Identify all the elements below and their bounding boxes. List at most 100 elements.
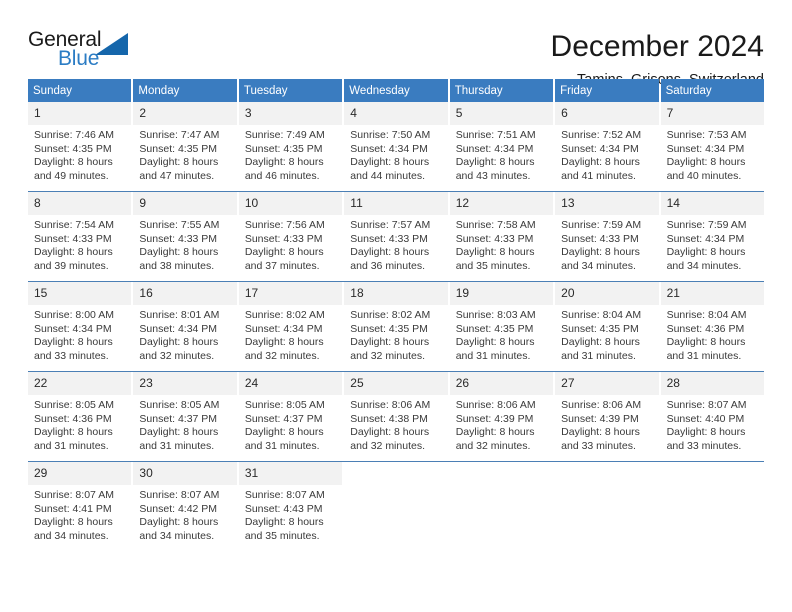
weekday-header-saturday: Saturday: [660, 79, 764, 102]
daylight-text-line1: Daylight: 8 hours: [139, 516, 219, 529]
day-cell-empty: [555, 462, 659, 551]
sunset-text: Sunset: 4:37 PM: [139, 412, 218, 425]
day-cell-14[interactable]: 14 Sunrise: 7:59 AM Sunset: 4:34 PM Dayligh…: [660, 192, 764, 281]
sunrise-text: Sunrise: 8:02 AM: [244, 309, 325, 321]
day-number: 22: [28, 372, 132, 395]
day-sun-info: Sunrise: 8:04 AM Sunset: 4:36 PM Daylight:…: [661, 305, 764, 363]
day-cell-26[interactable]: 26 Sunrise: 8:06 AM Sunset: 4:39 PM Dayligh…: [449, 372, 554, 461]
sunset-text: Sunset: 4:36 PM: [34, 412, 112, 425]
sunset-text: Sunset: 4:33 PM: [139, 232, 218, 245]
daylight-text-line2: and 34 minutes.: [34, 529, 109, 542]
day-cell-17[interactable]: 17 Sunrise: 8:02 AM Sunset: 4:34 PM Dayligh…: [238, 282, 343, 371]
daylight-text-line1: Daylight: 8 hours: [139, 246, 219, 259]
day-cell-9[interactable]: 9 Sunrise: 7:55 AM Sunset: 4:33 PM Daylight…: [133, 192, 237, 281]
day-number: [449, 462, 554, 485]
day-number: [660, 462, 764, 485]
day-cell-18[interactable]: 18 Sunrise: 8:02 AM Sunset: 4:35 PM Dayligh…: [344, 282, 448, 371]
day-cell-5[interactable]: 5 Sunrise: 7:51 AM Sunset: 4:34 PM Daylight…: [449, 102, 554, 191]
day-sun-info: Sunrise: 8:07 AM Sunset: 4:42 PM Daylight:…: [133, 485, 236, 543]
sunset-text: Sunset: 4:35 PM: [139, 142, 218, 155]
sunset-text: Sunset: 4:33 PM: [350, 232, 428, 245]
daylight-text-line1: Daylight: 8 hours: [561, 426, 640, 439]
sunrise-text: Sunrise: 7:50 AM: [350, 129, 431, 141]
sunset-text: Sunset: 4:35 PM: [34, 142, 112, 155]
day-sun-info: Sunrise: 8:06 AM Sunset: 4:39 PM Daylight:…: [450, 395, 553, 453]
day-cell-empty: [344, 462, 448, 551]
weekday-header-row: Sunday Monday Tuesday Wednesday Thursday Frid…: [28, 79, 764, 102]
sunset-text: Sunset: 4:35 PM: [455, 322, 534, 335]
sunrise-text: Sunrise: 7:52 AM: [561, 129, 642, 141]
daylight-text-line2: and 34 minutes.: [666, 259, 742, 272]
sunrise-text: Sunrise: 8:06 AM: [350, 399, 431, 411]
calendar-weeks: 1 Sunrise: 7:46 AM Sunset: 4:35 PM Daylight…: [28, 102, 764, 551]
brand-name-bottom: Blue: [58, 47, 100, 70]
day-number: 27: [555, 372, 659, 395]
day-cell-11[interactable]: 11 Sunrise: 7:57 AM Sunset: 4:33 PM Dayligh…: [344, 192, 448, 281]
day-cell-1[interactable]: 1 Sunrise: 7:46 AM Sunset: 4:35 PM Daylight…: [28, 102, 132, 191]
daylight-text-line1: Daylight: 8 hours: [34, 516, 113, 529]
day-number: 30: [133, 462, 237, 485]
sunset-text: Sunset: 4:34 PM: [561, 142, 639, 155]
day-cell-16[interactable]: 16 Sunrise: 8:01 AM Sunset: 4:34 PM Dayligh…: [133, 282, 237, 371]
sunset-text: Sunset: 4:33 PM: [34, 232, 112, 245]
day-cell-21[interactable]: 21 Sunrise: 8:04 AM Sunset: 4:36 PM Dayligh…: [660, 282, 764, 371]
day-cell-15[interactable]: 15 Sunrise: 8:00 AM Sunset: 4:34 PM Dayligh…: [28, 282, 132, 371]
day-number: 4: [344, 102, 448, 125]
daylight-text-line1: Daylight: 8 hours: [455, 336, 535, 349]
day-sun-info: Sunrise: 8:05 AM Sunset: 4:37 PM Daylight:…: [239, 395, 342, 453]
sunrise-text: Sunrise: 7:49 AM: [244, 129, 325, 141]
day-cell-24[interactable]: 24 Sunrise: 8:05 AM Sunset: 4:37 PM Dayligh…: [238, 372, 343, 461]
day-cell-27[interactable]: 27 Sunrise: 8:06 AM Sunset: 4:39 PM Dayligh…: [555, 372, 659, 461]
brand-logo[interactable]: General Blue: [28, 28, 148, 74]
day-cell-31[interactable]: 31 Sunrise: 8:07 AM Sunset: 4:43 PM Dayligh…: [238, 462, 343, 551]
day-cell-empty: [660, 462, 764, 551]
daylight-text-line2: and 35 minutes.: [455, 259, 531, 272]
day-number: 20: [555, 282, 659, 305]
daylight-text-line1: Daylight: 8 hours: [244, 426, 324, 439]
day-sun-info: Sunrise: 8:01 AM Sunset: 4:34 PM Daylight:…: [133, 305, 236, 363]
day-cell-6[interactable]: 6 Sunrise: 7:52 AM Sunset: 4:34 PM Daylight…: [555, 102, 659, 191]
day-cell-28[interactable]: 28 Sunrise: 8:07 AM Sunset: 4:40 PM Dayligh…: [660, 372, 764, 461]
day-cell-4[interactable]: 4 Sunrise: 7:50 AM Sunset: 4:34 PM Daylight…: [344, 102, 448, 191]
daylight-text-line2: and 36 minutes.: [350, 259, 425, 272]
day-cell-20[interactable]: 20 Sunrise: 8:04 AM Sunset: 4:35 PM Dayligh…: [555, 282, 659, 371]
day-sun-info: Sunrise: 7:58 AM Sunset: 4:33 PM Daylight:…: [450, 215, 553, 273]
day-cell-29[interactable]: 29 Sunrise: 8:07 AM Sunset: 4:41 PM Dayligh…: [28, 462, 132, 551]
sunset-text: Sunset: 4:41 PM: [34, 502, 112, 515]
day-number: [344, 462, 448, 485]
daylight-text-line2: and 32 minutes.: [350, 439, 425, 452]
daylight-text-line1: Daylight: 8 hours: [34, 426, 113, 439]
daylight-text-line2: and 32 minutes.: [350, 349, 425, 362]
day-cell-23[interactable]: 23 Sunrise: 8:05 AM Sunset: 4:37 PM Dayligh…: [133, 372, 237, 461]
day-sun-info: Sunrise: 7:46 AM Sunset: 4:35 PM Daylight:…: [28, 125, 131, 183]
day-sun-info: Sunrise: 8:05 AM Sunset: 4:37 PM Daylight:…: [133, 395, 236, 453]
daylight-text-line1: Daylight: 8 hours: [350, 156, 430, 169]
calendar-page: General Blue December 2024 Tamins, Griso…: [0, 0, 792, 612]
sunrise-text: Sunrise: 7:46 AM: [34, 129, 114, 141]
day-cell-2[interactable]: 2 Sunrise: 7:47 AM Sunset: 4:35 PM Daylight…: [133, 102, 237, 191]
day-cell-30[interactable]: 30 Sunrise: 8:07 AM Sunset: 4:42 PM Dayligh…: [133, 462, 237, 551]
day-sun-info: Sunrise: 8:04 AM Sunset: 4:35 PM Daylight:…: [555, 305, 658, 363]
day-cell-13[interactable]: 13 Sunrise: 7:59 AM Sunset: 4:33 PM Dayligh…: [555, 192, 659, 281]
sunrise-text: Sunrise: 7:56 AM: [244, 219, 325, 231]
day-number: 26: [449, 372, 554, 395]
calendar-week-row: 29 Sunrise: 8:07 AM Sunset: 4:41 PM Dayligh…: [28, 461, 764, 551]
day-cell-8[interactable]: 8 Sunrise: 7:54 AM Sunset: 4:33 PM Daylight…: [28, 192, 132, 281]
day-cell-19[interactable]: 19 Sunrise: 8:03 AM Sunset: 4:35 PM Dayligh…: [449, 282, 554, 371]
daylight-text-line2: and 33 minutes.: [34, 349, 109, 362]
sunset-text: Sunset: 4:34 PM: [666, 142, 745, 155]
sunrise-text: Sunrise: 8:07 AM: [34, 489, 114, 501]
day-cell-empty: [449, 462, 554, 551]
day-cell-3[interactable]: 3 Sunrise: 7:49 AM Sunset: 4:35 PM Daylight…: [238, 102, 343, 191]
daylight-text-line2: and 40 minutes.: [666, 169, 742, 182]
daylight-text-line2: and 31 minutes.: [34, 439, 109, 452]
day-cell-10[interactable]: 10 Sunrise: 7:56 AM Sunset: 4:33 PM Dayligh…: [238, 192, 343, 281]
day-cell-7[interactable]: 7 Sunrise: 7:53 AM Sunset: 4:34 PM Daylight…: [660, 102, 764, 191]
sunset-text: Sunset: 4:33 PM: [561, 232, 639, 245]
sunset-text: Sunset: 4:34 PM: [34, 322, 112, 335]
day-cell-22[interactable]: 22 Sunrise: 8:05 AM Sunset: 4:36 PM Dayligh…: [28, 372, 132, 461]
day-number: 18: [344, 282, 448, 305]
day-number: 17: [238, 282, 343, 305]
day-cell-25[interactable]: 25 Sunrise: 8:06 AM Sunset: 4:38 PM Dayligh…: [344, 372, 448, 461]
day-cell-12[interactable]: 12 Sunrise: 7:58 AM Sunset: 4:33 PM Dayligh…: [449, 192, 554, 281]
